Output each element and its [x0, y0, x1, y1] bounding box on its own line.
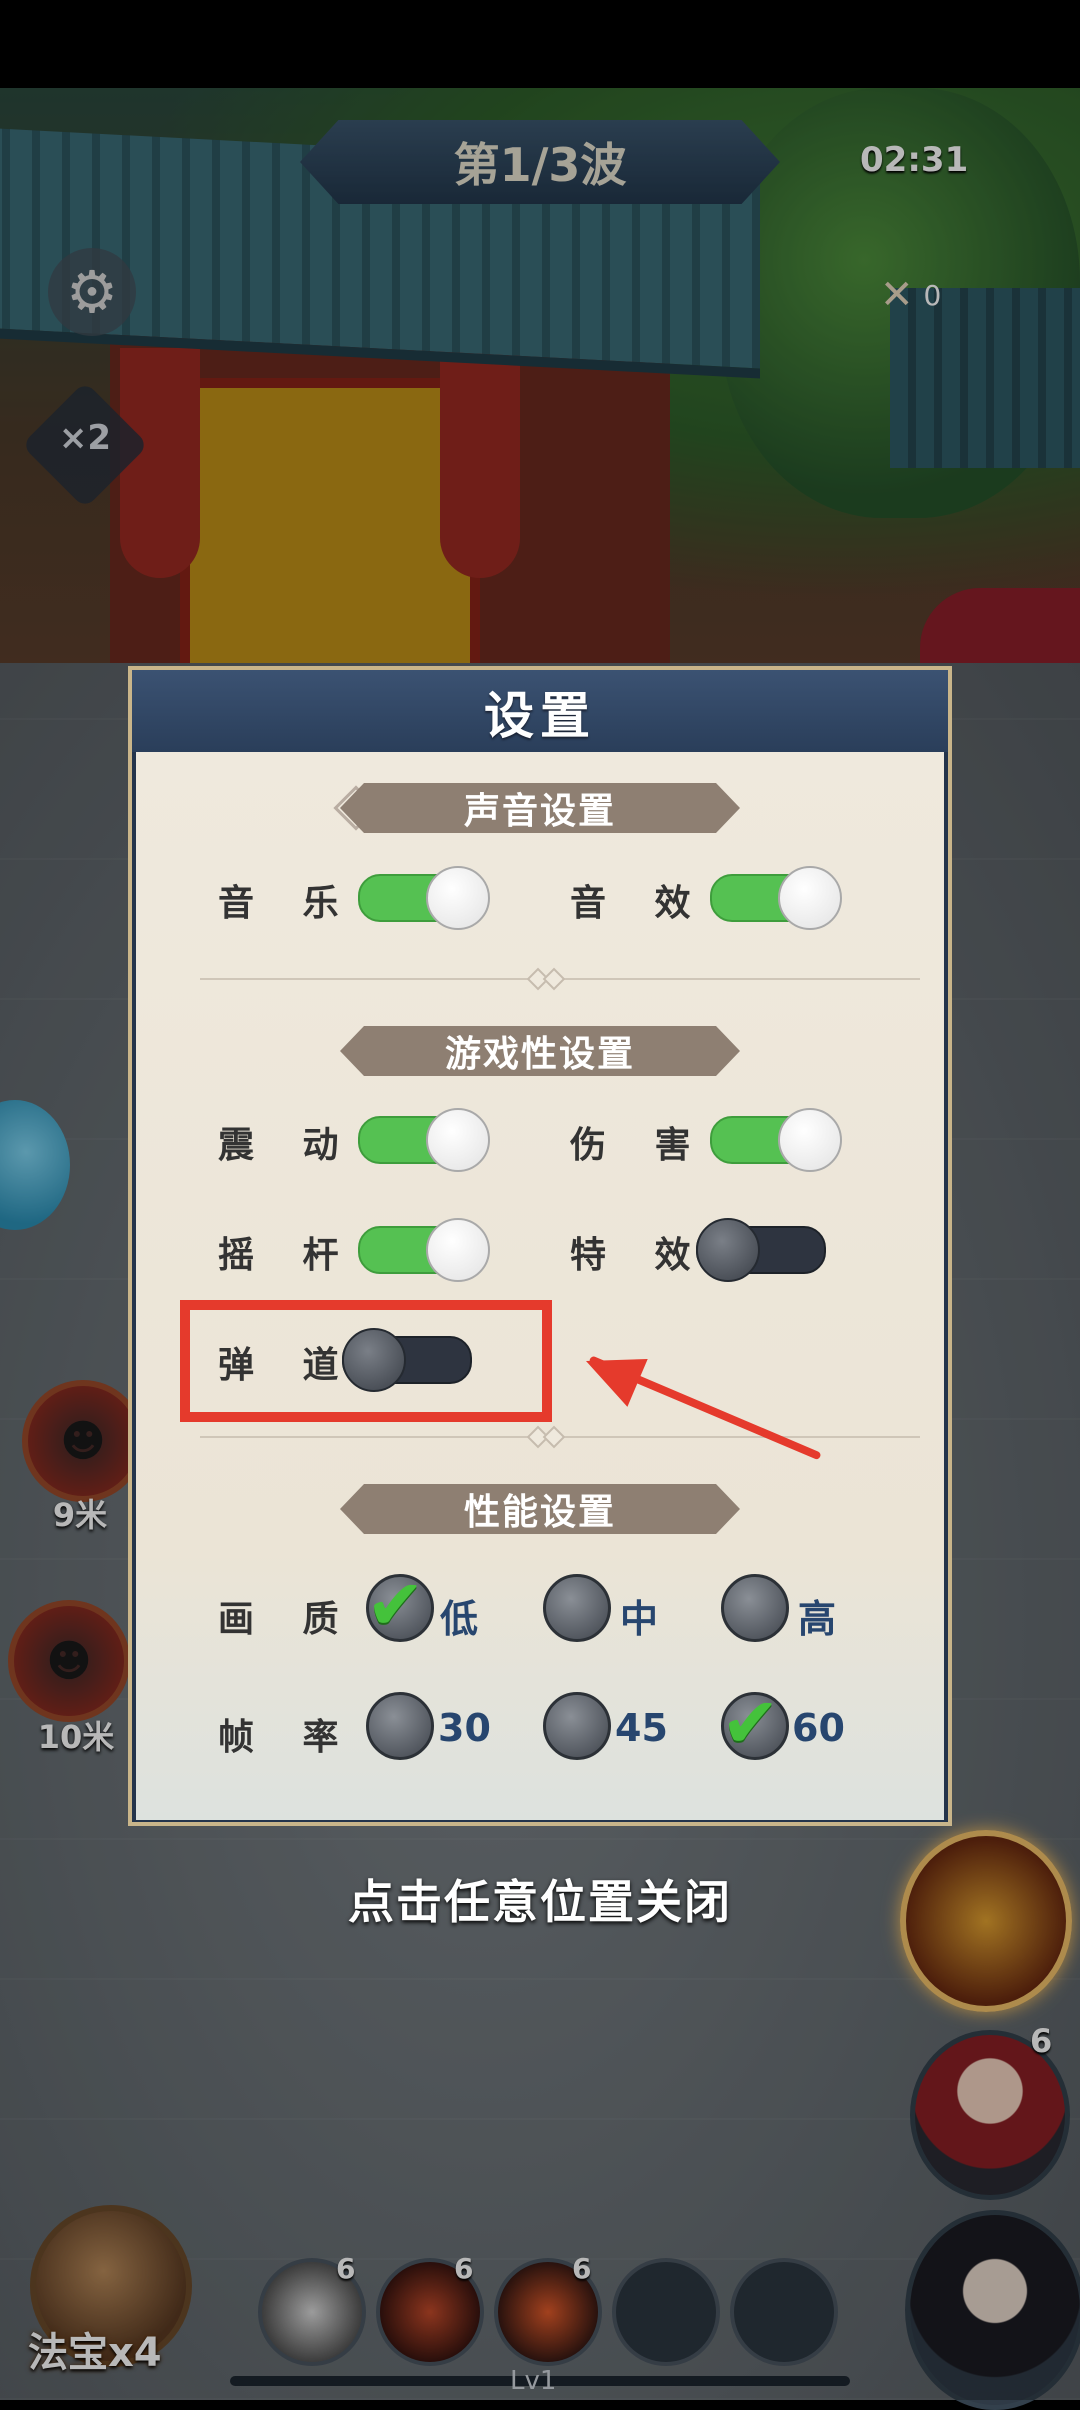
quality-low-label: 低 — [440, 1597, 479, 1641]
framerate-option-45[interactable] — [543, 1692, 611, 1760]
vibration-toggle[interactable] — [358, 1108, 490, 1172]
quality-option-mid[interactable] — [543, 1574, 611, 1642]
vibration-label: 震 动 — [218, 1125, 357, 1166]
music-label: 音 乐 — [218, 883, 357, 924]
quality-label: 画 质 — [218, 1599, 357, 1640]
sfx-toggle[interactable] — [710, 866, 842, 930]
framerate-60-label: 60 — [792, 1706, 845, 1750]
checkmark-icon: ✔ — [721, 1682, 780, 1764]
status-bar-area — [0, 0, 1080, 88]
framerate-45-label: 45 — [615, 1706, 668, 1750]
section-sound-title: 声音设置 — [340, 783, 740, 833]
section-gameplay-title: 游戏性设置 — [340, 1026, 740, 1076]
quality-high-label: 高 — [798, 1597, 837, 1641]
settings-title: 设置 — [484, 687, 596, 745]
close-hint: 点击任意位置关闭 — [348, 1875, 732, 1929]
joystick-toggle[interactable] — [358, 1218, 490, 1282]
quality-mid-label: 中 — [620, 1597, 659, 1641]
effects-toggle[interactable] — [696, 1218, 826, 1282]
damage-label: 伤 害 — [570, 1125, 709, 1166]
joystick-label: 摇 杆 — [218, 1235, 357, 1276]
framerate-label: 帧 率 — [218, 1717, 357, 1758]
damage-toggle[interactable] — [710, 1108, 842, 1172]
framerate-option-30[interactable] — [366, 1692, 434, 1760]
effects-label: 特 效 — [570, 1235, 709, 1276]
checkmark-icon: ✔ — [366, 1564, 425, 1646]
sfx-label: 音 效 — [570, 883, 709, 924]
highlight-annotation-box — [180, 1300, 552, 1422]
music-toggle[interactable] — [358, 866, 490, 930]
quality-option-high[interactable] — [721, 1574, 789, 1642]
section-performance-title: 性能设置 — [340, 1484, 740, 1534]
framerate-30-label: 30 — [438, 1706, 491, 1750]
